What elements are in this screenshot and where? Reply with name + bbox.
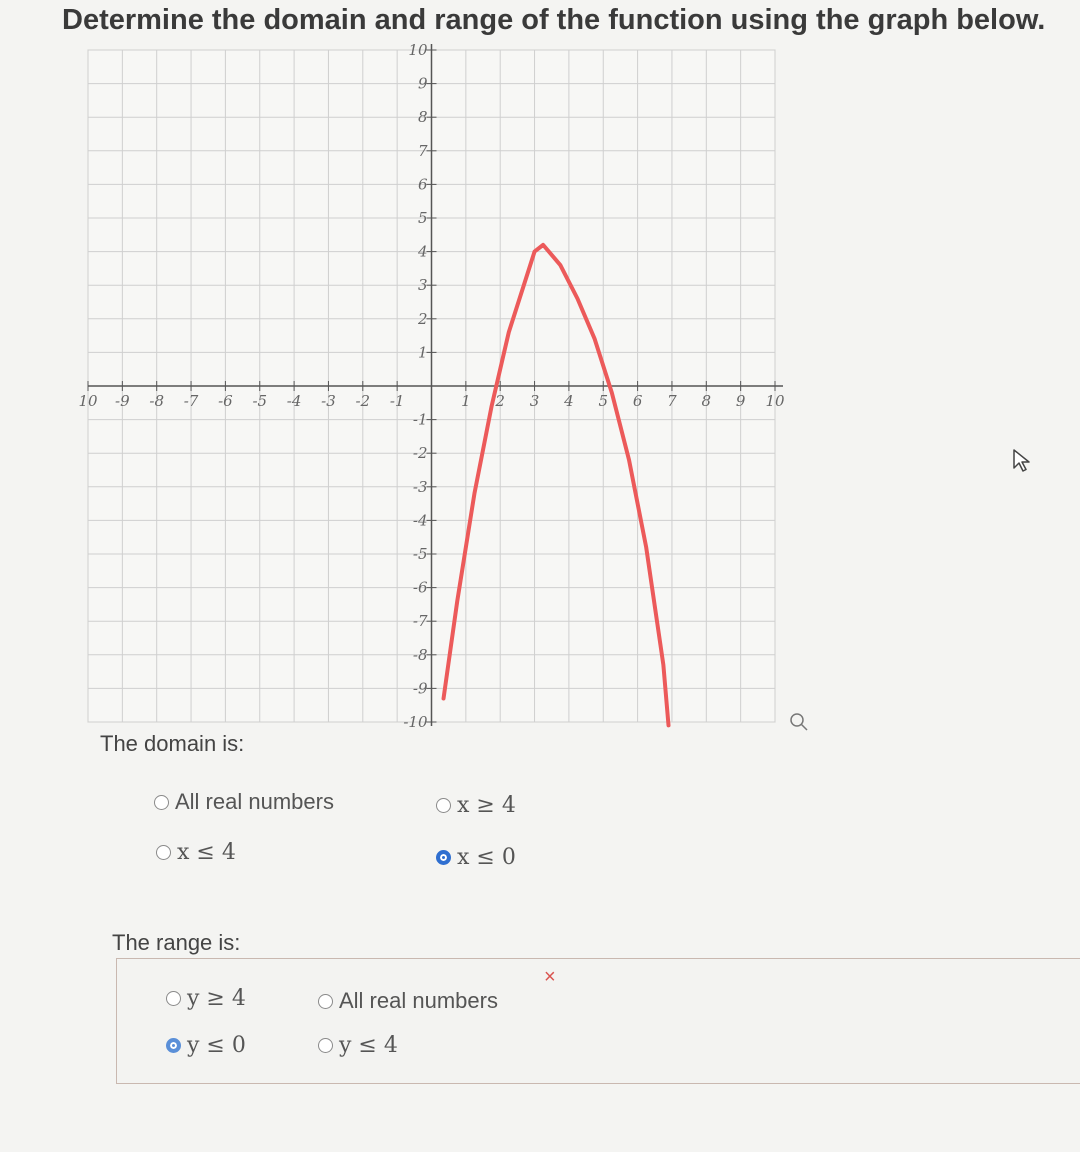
domain-option-x-le-4[interactable]: x ≤ 4 xyxy=(156,840,236,865)
y-tick-label: -3 xyxy=(413,478,428,496)
domain-label: The domain is: xyxy=(100,731,245,756)
option-text: x ≤ 4 xyxy=(177,840,236,865)
option-text: y ≤ 4 xyxy=(339,1033,398,1058)
y-tick-label: 6 xyxy=(418,175,428,193)
radio-icon[interactable] xyxy=(318,1038,333,1053)
option-text: y ≥ 4 xyxy=(187,986,246,1011)
range-option-y-le-0[interactable]: y ≤ 0 xyxy=(166,1033,246,1058)
x-tick-label: 7 xyxy=(667,392,677,410)
x-tick-label: 5 xyxy=(598,392,608,410)
y-tick-label: 2 xyxy=(417,310,428,328)
radio-icon[interactable] xyxy=(154,794,169,810)
range-option-y-le-4[interactable]: y ≤ 4 xyxy=(318,1033,398,1058)
y-tick-label: 8 xyxy=(418,108,428,126)
y-tick-label: 5 xyxy=(418,209,428,227)
y-tick-label: 1 xyxy=(418,343,428,361)
y-tick-label: -2 xyxy=(413,444,428,462)
x-tick-label: 10 xyxy=(78,392,98,410)
radio-icon[interactable] xyxy=(436,798,451,813)
domain-option-all-real[interactable]: All real numbers xyxy=(154,789,334,815)
y-tick-label: 3 xyxy=(418,276,428,294)
x-tick-label: -2 xyxy=(355,392,370,410)
range-option-y-ge-4[interactable]: y ≥ 4 xyxy=(166,986,246,1011)
y-tick-label: -1 xyxy=(413,411,428,429)
x-tick-label: -5 xyxy=(252,392,267,410)
radio-icon[interactable] xyxy=(318,993,333,1009)
y-tick-label: -6 xyxy=(413,579,428,597)
y-tick-label: -9 xyxy=(413,679,428,697)
x-tick-label: 10 xyxy=(765,392,785,410)
range-answer-box xyxy=(116,958,1080,1084)
x-tick-label: -9 xyxy=(115,392,130,410)
x-tick-label: -6 xyxy=(218,392,233,410)
domain-option-x-ge-4[interactable]: x ≥ 4 xyxy=(436,793,516,818)
radio-selected-icon[interactable] xyxy=(436,850,451,865)
radio-selected-icon[interactable] xyxy=(166,1038,181,1053)
y-tick-label: -7 xyxy=(413,612,428,630)
radio-icon[interactable] xyxy=(166,991,181,1006)
x-tick-label: 1 xyxy=(461,392,471,410)
radio-icon[interactable] xyxy=(156,845,171,860)
y-tick-label: -4 xyxy=(413,511,428,529)
y-tick-label: 7 xyxy=(418,142,428,160)
incorrect-icon: × xyxy=(544,966,556,988)
question-text: Determine the domain and range of the fu… xyxy=(62,4,1046,36)
option-text: x ≥ 4 xyxy=(457,793,516,818)
option-text: All real numbers xyxy=(339,988,498,1013)
option-text: All real numbers xyxy=(175,789,334,814)
x-tick-label: -8 xyxy=(149,392,164,410)
option-text: y ≤ 0 xyxy=(187,1033,246,1058)
range-option-all-real[interactable]: All real numbers xyxy=(318,988,498,1014)
y-tick-label: 10 xyxy=(408,41,428,59)
y-tick-label: -5 xyxy=(413,545,428,563)
y-tick-label: 9 xyxy=(418,75,428,93)
x-tick-label: 3 xyxy=(530,392,540,410)
mouse-pointer-icon xyxy=(1013,449,1030,472)
x-tick-label: -7 xyxy=(184,392,199,410)
x-tick-label: -4 xyxy=(287,392,302,410)
function-graph: 10 -9 -8 -7 -6 -5 -4 -3 -2 -1 1 2 3 4 5 6 7 8 9 10 10 9 8 7 6 5 4 3… xyxy=(78,41,808,731)
range-label: The range is: xyxy=(112,930,241,955)
x-tick-label: 6 xyxy=(633,392,643,410)
y-tick-label: -10 xyxy=(403,713,428,731)
x-tick-label: -1 xyxy=(390,392,405,410)
y-tick-label: -8 xyxy=(413,646,428,664)
x-tick-label: 9 xyxy=(736,392,746,410)
domain-option-x-le-0[interactable]: x ≤ 0 xyxy=(436,845,516,870)
y-tick-label: 4 xyxy=(417,243,428,261)
x-tick-label: 8 xyxy=(702,392,712,410)
x-tick-label: 4 xyxy=(563,392,574,410)
zoom-icon-handle xyxy=(800,723,808,731)
option-text: x ≤ 0 xyxy=(457,845,516,870)
x-tick-label: -3 xyxy=(321,392,336,410)
